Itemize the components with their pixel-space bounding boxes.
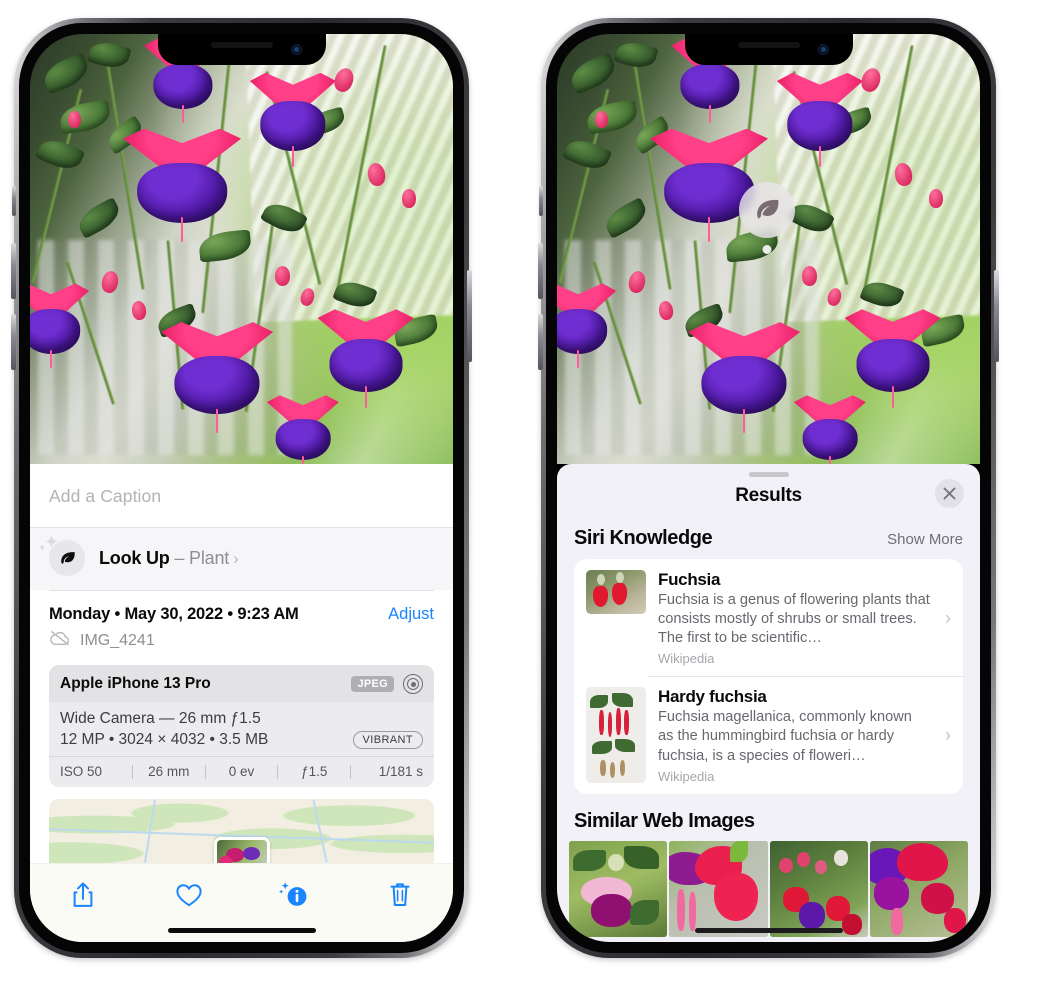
map-photo-thumbnail xyxy=(213,837,270,863)
look-up-badge: ✦ ✦ xyxy=(38,533,85,576)
photographic-style-badge: VIBRANT xyxy=(352,731,423,749)
result-title: Hardy fuchsia xyxy=(658,687,767,707)
format-badge: JPEG xyxy=(351,676,394,692)
left-phone-device: Add a Caption ✦ ✦ Look Up – Plant › Mond… xyxy=(11,18,472,958)
file-row: IMG_4241 xyxy=(30,626,453,663)
result-source: Wikipedia xyxy=(658,651,715,667)
location-map[interactable] xyxy=(49,799,434,863)
results-title: Results xyxy=(735,485,802,506)
list-item[interactable]: Hardy fuchsia Fuchsia magellanica, commo… xyxy=(574,676,963,793)
home-indicator[interactable] xyxy=(167,928,316,933)
silent-switch[interactable] xyxy=(12,186,16,216)
notch xyxy=(684,34,853,65)
caption-field[interactable]: Add a Caption xyxy=(30,464,453,528)
volume-up-button[interactable] xyxy=(11,243,16,299)
leaf-icon xyxy=(739,182,795,238)
right-phone-bezel: Results Siri Knowledge Show More Fuchsia… xyxy=(546,23,991,953)
volume-down-button[interactable] xyxy=(11,314,16,370)
similar-image-tile[interactable] xyxy=(669,840,768,937)
list-item[interactable]: Fuchsia Fuchsia is a genus of flowering … xyxy=(574,559,963,676)
result-source: Wikipedia xyxy=(658,768,715,784)
trash-icon[interactable] xyxy=(383,878,417,912)
chevron-right-icon: › xyxy=(945,724,951,745)
look-up-dash: – xyxy=(174,547,185,568)
raw-target-icon xyxy=(403,674,423,694)
notch xyxy=(157,34,326,65)
similar-images-strip xyxy=(557,840,980,937)
share-icon[interactable] xyxy=(66,878,100,912)
exif-iso: ISO 50 xyxy=(60,764,103,779)
similar-image-tile[interactable] xyxy=(569,840,668,937)
result-thumbnail xyxy=(586,570,646,614)
caption-placeholder: Add a Caption xyxy=(49,486,162,506)
left-phone-bezel: Add a Caption ✦ ✦ Look Up – Plant › Mond… xyxy=(19,23,464,953)
look-up-subject: Plant xyxy=(189,547,230,568)
look-up-title: Look Up xyxy=(99,547,170,568)
results-header: Results xyxy=(557,477,980,521)
screenshot-stage: Add a Caption ✦ ✦ Look Up – Plant › Mond… xyxy=(0,0,1055,985)
result-title: Fuchsia xyxy=(658,570,721,589)
front-camera-icon xyxy=(290,44,302,55)
chevron-right-icon: › xyxy=(233,548,239,568)
info-sparkle-icon[interactable] xyxy=(277,878,311,912)
adjust-button[interactable]: Adjust xyxy=(388,605,434,624)
exif-exposure: 0 ev xyxy=(228,764,255,779)
badge-anchor-dot xyxy=(762,245,772,254)
close-icon[interactable] xyxy=(935,479,964,508)
sparkle-small-icon: ✦ xyxy=(38,543,47,554)
photo-info-sheet: Add a Caption ✦ ✦ Look Up – Plant › Mond… xyxy=(30,464,453,942)
result-thumbnail xyxy=(586,687,646,784)
front-camera-icon xyxy=(817,44,829,55)
camera-info-card: Apple iPhone 13 Pro JPEG Wide Camera — 2… xyxy=(49,665,434,787)
volume-up-button[interactable] xyxy=(538,243,543,299)
exif-focal: 26 mm xyxy=(148,764,190,779)
similar-web-images-header: Similar Web Images xyxy=(557,794,980,841)
similar-image-tile[interactable] xyxy=(869,840,968,937)
result-description: Fuchsia is a genus of flowering plants t… xyxy=(658,592,930,647)
photo-date: Monday • May 30, 2022 • 9:23 AM xyxy=(49,605,299,623)
look-up-label: Look Up – Plant › xyxy=(99,548,239,569)
section-title: Siri Knowledge xyxy=(574,527,713,549)
cloud-slash-icon xyxy=(49,630,71,651)
leaf-icon xyxy=(49,540,85,576)
photo-fuchsia-plant[interactable] xyxy=(30,34,453,464)
exif-row: ISO 50 26 mm 0 ev ƒ1.5 1/181 s xyxy=(49,756,434,787)
earpiece-speaker xyxy=(737,42,800,48)
siri-knowledge-header: Siri Knowledge Show More xyxy=(557,521,980,559)
look-up-row[interactable]: ✦ ✦ Look Up – Plant › xyxy=(30,528,453,590)
file-name: IMG_4241 xyxy=(80,631,155,649)
similar-image-tile[interactable] xyxy=(769,840,868,937)
section-title: Similar Web Images xyxy=(574,809,755,832)
silent-switch[interactable] xyxy=(539,186,543,216)
spec-line: 12 MP • 3024 × 4032 • 3.5 MB xyxy=(60,731,269,748)
right-phone-device: Results Siri Knowledge Show More Fuchsia… xyxy=(538,18,999,958)
chevron-right-icon: › xyxy=(945,607,951,628)
right-phone-screen: Results Siri Knowledge Show More Fuchsia… xyxy=(557,34,980,942)
home-indicator[interactable] xyxy=(694,928,843,933)
power-button[interactable] xyxy=(994,270,999,362)
power-button[interactable] xyxy=(467,270,472,362)
results-sheet: Results Siri Knowledge Show More Fuchsia… xyxy=(557,464,980,942)
exif-aperture: ƒ1.5 xyxy=(301,764,328,779)
visual-lookup-badge[interactable] xyxy=(739,182,795,254)
show-more-button[interactable]: Show More xyxy=(887,531,963,548)
date-row: Monday • May 30, 2022 • 9:23 AM Adjust xyxy=(30,591,453,626)
left-phone-screen: Add a Caption ✦ ✦ Look Up – Plant › Mond… xyxy=(30,34,453,942)
camera-card-header: Apple iPhone 13 Pro JPEG xyxy=(49,665,434,702)
exif-shutter: 1/181 s xyxy=(378,764,423,779)
camera-card-body: Wide Camera — 26 mm ƒ1.5 12 MP • 3024 × … xyxy=(49,702,434,756)
volume-down-button[interactable] xyxy=(538,314,543,370)
lens-line: Wide Camera — 26 mm ƒ1.5 xyxy=(60,710,261,727)
siri-knowledge-list: Fuchsia Fuchsia is a genus of flowering … xyxy=(574,559,963,794)
camera-model: Apple iPhone 13 Pro xyxy=(60,675,211,692)
result-description: Fuchsia magellanica, commonly known as t… xyxy=(658,709,912,764)
earpiece-speaker xyxy=(210,42,273,48)
heart-icon[interactable] xyxy=(172,878,206,912)
